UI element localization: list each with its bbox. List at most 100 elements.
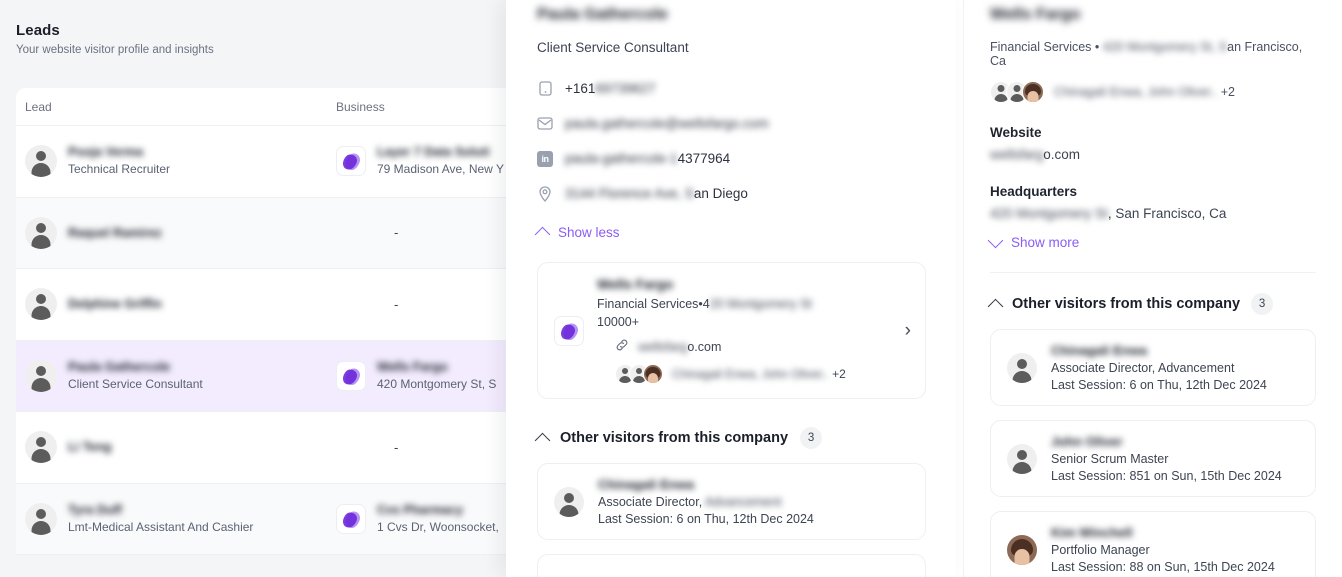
table-row[interactable]: Tyra Duff Lmt-Medical Assistant And Cashi… [16,483,520,555]
detail-visitors-section-header[interactable]: Other visitors from this company 3 [534,427,926,449]
table-row[interactable]: Delphine Griffin - [16,269,520,341]
company-show-more-label: Show more [1011,235,1080,250]
company-people-text: Chinagali Enwa, John Oliver.. +2 [1054,85,1236,99]
detail-person-name: Paula Gathercole [537,6,668,23]
detail-visitors-title: Other visitors from this company [560,430,789,446]
visitor-last-session: Last Session: 6 on Thu, 12th Dec 2024 [598,512,814,526]
row-lead-cell: Pooja Verma Technical Recruiter [16,144,336,178]
row-lead-cell: Raquel Ramirez [16,216,336,249]
company-card-people-text: Chinagali Enwa, John Oliver.. +2 [672,367,846,381]
avatar [25,288,57,321]
visitor-last-session: Last Session: 6 on Thu, 12th Dec 2024 [1051,378,1267,392]
row-business-cell: - [336,225,520,240]
avatar [1007,534,1037,565]
company-card-website[interactable]: wellsfargo.com [597,338,886,355]
visitor-card[interactable]: Chinagali Enwa Associate Director, Advanc… [990,329,1316,406]
visitor-name: Chinagali Enwa [598,477,695,492]
detail-visitors-count-badge: 3 [800,427,823,449]
visitor-card[interactable]: Chinagali Enwa Associate Director, Advanc… [537,463,926,540]
column-header-business: Business [336,99,385,114]
company-visitors-section-header[interactable]: Other visitors from this company 3 [987,273,1316,315]
row-company-name: Layer 7 Data Soluti [377,145,490,160]
avatar-stack [990,81,1044,103]
visitor-name: Chinagali Enwa [1051,343,1148,358]
chevron-up-icon [534,432,551,448]
avatar [25,216,57,249]
visitor-card[interactable]: Kim Winchell Portfolio Manager Last Sessio… [990,511,1316,577]
avatar [25,431,57,464]
contact-row-email[interactable]: paula.gathercole@wellsfargo.com [537,106,926,141]
company-logo-icon [336,146,366,177]
company-show-more-button[interactable]: Show more [987,232,1316,250]
row-empty-value: - [394,439,399,455]
contact-phone-value: +16169739627 [565,81,656,96]
detail-show-less-label: Show less [558,225,620,240]
contact-row-phone[interactable]: +16169739627 [537,71,926,106]
company-card-people[interactable]: Chinagali Enwa, John Oliver.. +2 [597,364,886,384]
avatar [25,145,57,178]
row-business-cell: Layer 7 Data Soluti 79 Madison Ave, New Y [336,144,520,178]
visitor-role: Portfolio Manager [1051,543,1150,557]
company-hq-label: Headquarters [990,184,1078,199]
contact-row-linkedin[interactable]: in paula-gathercole-14377964 [537,141,926,176]
visitor-last-session: Last Session: 851 on Sun, 15th Dec 2024 [1051,469,1282,483]
visitor-name: Kim Winchell [1051,525,1133,540]
contact-location-value: 3144 Florence Ave, San Diego [565,186,748,201]
detail-person-role: Client Service Consultant [537,40,689,55]
company-people-row[interactable]: Chinagali Enwa, John Oliver.. +2 [990,81,1316,103]
contact-email-value: paula.gathercole@wellsfargo.com [565,116,769,131]
avatar [1022,81,1044,103]
company-summary-card[interactable]: Wells Fargo Financial Services•420 Montg… [537,262,926,399]
table-row[interactable]: Pooja Verma Technical Recruiter Layer 7 Da… [16,126,520,198]
linkedin-icon: in [537,150,553,167]
company-detail-panel: Wells Fargo Financial Services • 420 Mon… [963,0,1342,577]
company-name: Wells Fargo [990,6,1081,23]
avatar [554,486,584,517]
chevron-down-icon [987,232,1004,249]
row-company-address: 79 Madison Ave, New Y [377,162,504,177]
row-lead-name: Pooja Verma [68,145,144,160]
detail-visitor-list: Chinagali Enwa Associate Director, Advanc… [537,463,926,540]
company-logo-icon [336,503,366,534]
row-lead-name: Li Teng [68,440,112,455]
row-company-address: 420 Montgomery St, S [377,376,497,391]
row-business-cell: - [336,440,520,455]
page-title: Leads [16,22,60,39]
company-logo-icon [554,315,584,346]
table-row[interactable]: Li Teng - [16,412,520,484]
chevron-right-icon[interactable]: › [899,320,911,342]
company-visitors-title: Other visitors from this company [1012,296,1241,312]
visitor-role: Associate Director, Advancement [1051,361,1235,375]
row-company-name: Wells Fargo [377,359,448,374]
table-row[interactable]: Paula Gathercole Client Service Consultan… [16,340,520,412]
row-lead-cell: Tyra Duff Lmt-Medical Assistant And Cashi… [16,502,336,536]
row-lead-cell: Li Teng [16,431,336,464]
company-hq-value: 420 Montgomery St, San Francisco, Ca [990,206,1227,221]
contact-list: +16169739627 paula.gathercole@wellsfargo… [537,71,926,211]
row-lead-name: Paula Gathercole [68,359,171,374]
visitor-card[interactable]: John Oliver Senior Scrum Master Last Sessi… [990,420,1316,497]
table-row[interactable]: Raquel Ramirez - [16,197,520,269]
chevron-up-icon [534,226,551,243]
company-card-meta: Financial Services•420 Montgomery St 1000… [597,297,812,329]
company-website-value[interactable]: wellsfargo.com [990,147,1316,162]
contact-linkedin-value: paula-gathercole-14377964 [565,151,731,166]
row-lead-cell: Delphine Griffin [16,288,336,321]
detail-show-less-button[interactable]: Show less [534,225,926,243]
table-header-row: Lead Business [16,88,520,126]
row-lead-cell: Paula Gathercole Client Service Consultan… [16,359,336,393]
row-empty-value: - [394,225,399,241]
chevron-up-icon [987,298,1004,314]
contact-row-location: 3144 Florence Ave, San Diego [537,176,926,211]
visitor-role: Senior Scrum Master [1051,452,1169,466]
visitor-card-partial[interactable] [537,554,926,577]
leads-header: Leads Your website visitor profile and i… [0,0,520,70]
row-lead-role: Technical Recruiter [68,162,171,177]
row-empty-value: - [394,296,399,312]
location-icon [537,185,553,202]
column-header-lead: Lead [25,99,52,114]
row-lead-role: Lmt-Medical Assistant And Cashier [68,519,254,534]
leads-pane: Leads Your website visitor profile and i… [0,0,520,577]
row-company-name: Cvs Pharmacy [377,502,464,517]
email-icon [537,116,553,132]
